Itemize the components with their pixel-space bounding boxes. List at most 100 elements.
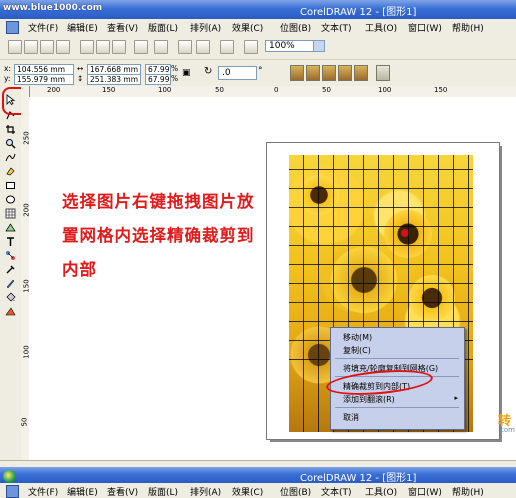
grid-line: [289, 283, 473, 284]
grid-line: [289, 207, 473, 208]
rectangle-tool-icon[interactable]: [5, 180, 16, 191]
sunflower-shape: [409, 275, 455, 321]
context-item-move[interactable]: 移动(M): [343, 332, 372, 343]
ruler-label: 150: [434, 86, 448, 94]
mirror-vertical-icon[interactable]: [306, 65, 320, 81]
trace-bitmap-icon[interactable]: [338, 65, 352, 81]
second-window-title-bar: [0, 467, 516, 483]
rotate-icon: ↻: [204, 66, 213, 77]
menu-file[interactable]: 文件(F): [28, 485, 58, 498]
zoom-value: 100%: [269, 41, 295, 51]
application-launcher-icon[interactable]: [220, 40, 234, 54]
bitmap-edit-icon[interactable]: [322, 65, 336, 81]
sunflower-shape: [329, 245, 399, 315]
menu-arrange[interactable]: 排列(A): [190, 485, 221, 498]
ruler-label: 150: [102, 86, 116, 94]
graph-paper-tool-icon[interactable]: [5, 208, 16, 219]
standard-toolbar: 100%: [0, 35, 516, 60]
grid-line: [303, 155, 304, 432]
menu-effects[interactable]: 效果(C): [232, 485, 263, 498]
properties-icon[interactable]: [376, 65, 390, 81]
save-icon[interactable]: [40, 40, 54, 54]
import-icon[interactable]: [178, 40, 192, 54]
submenu-arrow-icon: ▸: [454, 394, 458, 402]
smart-fill-tool-icon[interactable]: [5, 166, 16, 177]
copy-icon[interactable]: [96, 40, 110, 54]
eyedropper-tool-icon[interactable]: [5, 264, 16, 275]
interactive-blend-tool-icon[interactable]: [5, 250, 16, 261]
second-window-title: CorelDRAW 12 - [图形1]: [300, 473, 417, 484]
basic-shapes-tool-icon[interactable]: [5, 222, 16, 233]
menu-help[interactable]: 帮助(H): [452, 21, 484, 34]
chevron-down-icon[interactable]: [313, 41, 324, 51]
menu-edit[interactable]: 编辑(E): [67, 21, 98, 34]
export-icon[interactable]: [196, 40, 210, 54]
menu-arrange[interactable]: 排列(A): [190, 21, 221, 34]
x-label: x:: [4, 64, 11, 73]
zoom-tool-icon[interactable]: [5, 138, 16, 149]
context-item-copy[interactable]: 复制(C): [343, 345, 371, 356]
menu-layout[interactable]: 版面(L): [148, 21, 178, 34]
menu-view[interactable]: 查看(V): [107, 21, 138, 34]
freehand-tool-icon[interactable]: [5, 152, 16, 163]
grid-line: [289, 226, 473, 227]
grid-line: [289, 169, 473, 170]
zoom-select[interactable]: 100%: [265, 40, 325, 52]
menu-edit[interactable]: 编辑(E): [67, 485, 98, 498]
menu-help[interactable]: 帮助(H): [452, 485, 484, 498]
menu-tools[interactable]: 工具(O): [365, 21, 397, 34]
outline-tool-icon[interactable]: [5, 278, 16, 289]
text-tool-icon[interactable]: [5, 236, 16, 247]
watermark-text: www.blue1000.com: [3, 3, 103, 13]
interactive-fill-tool-icon[interactable]: [5, 306, 16, 317]
menu-effects[interactable]: 效果(C): [232, 21, 263, 34]
title-bar: www.blue1000.com CorelDRAW 12 - [图形1]: [0, 0, 516, 19]
lock-ratio-icon[interactable]: ▣: [182, 68, 191, 78]
menu-bitmaps[interactable]: 位图(B): [280, 485, 311, 498]
instruction-line-2: 置网格内选择精确裁剪到: [62, 226, 255, 245]
height-field[interactable]: 251.383 mm: [87, 74, 141, 85]
instruction-line-3: 内部: [62, 260, 97, 279]
toolbox: [0, 86, 22, 460]
new-icon[interactable]: [8, 40, 22, 54]
grid-line: [289, 302, 473, 303]
ruler-label: 0: [274, 86, 279, 94]
y-label: y:: [4, 74, 11, 83]
rotation-value: .0: [222, 68, 231, 78]
grid-line: [468, 155, 469, 432]
crop-bitmap-icon[interactable]: [354, 65, 368, 81]
paste-icon[interactable]: [112, 40, 126, 54]
scale-height-field[interactable]: 67.99: [145, 74, 171, 85]
height-icon: ↕: [77, 74, 84, 83]
menu-text[interactable]: 文本(T): [321, 485, 352, 498]
grid-line: [289, 321, 473, 322]
fill-tool-icon[interactable]: [5, 292, 16, 303]
crop-tool-icon[interactable]: [5, 124, 16, 135]
menu-text[interactable]: 文本(T): [321, 21, 352, 34]
ruler-label: 100: [158, 86, 172, 94]
menu-layout[interactable]: 版面(L): [148, 485, 178, 498]
undo-icon[interactable]: [134, 40, 148, 54]
mirror-horizontal-icon[interactable]: [290, 65, 304, 81]
menu-window[interactable]: 窗口(W): [408, 21, 442, 34]
menu-bitmaps[interactable]: 位图(B): [280, 21, 311, 34]
ellipse-tool-icon[interactable]: [5, 194, 16, 205]
menu-tools[interactable]: 工具(O): [365, 485, 397, 498]
context-item-cancel[interactable]: 取消: [343, 412, 359, 423]
menu-view[interactable]: 查看(V): [107, 485, 138, 498]
y-position-field[interactable]: 155.979 mm: [14, 74, 74, 85]
degree-label: °: [258, 66, 263, 76]
ruler-label: 200: [47, 86, 61, 94]
context-item-add-rollover[interactable]: 添加到翻滚(R): [343, 394, 395, 405]
redo-icon[interactable]: [154, 40, 168, 54]
corel-online-icon[interactable]: [244, 40, 258, 54]
menu-window[interactable]: 窗口(W): [408, 485, 442, 498]
grid-line: [289, 188, 473, 189]
print-icon[interactable]: [56, 40, 70, 54]
open-icon[interactable]: [24, 40, 38, 54]
menu-file[interactable]: 文件(F): [28, 21, 58, 34]
cut-icon[interactable]: [80, 40, 94, 54]
rotation-field[interactable]: .0: [218, 66, 257, 80]
context-separator: [335, 407, 459, 408]
coreldraw-app-icon: [3, 470, 16, 483]
